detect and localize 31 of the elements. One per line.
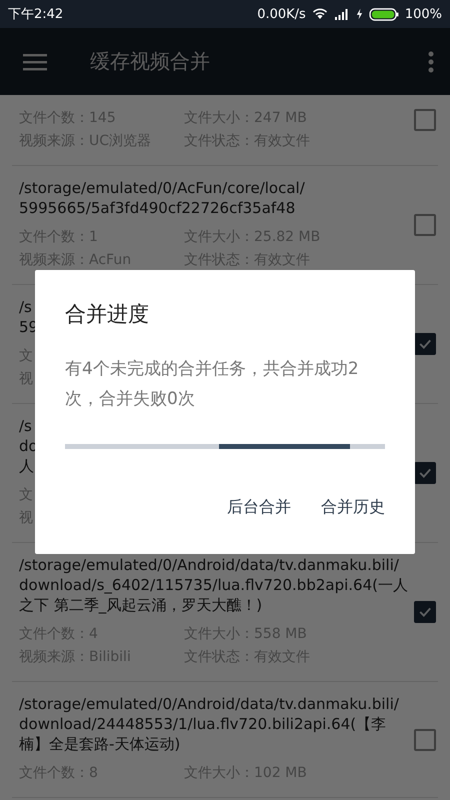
file-path: /storage/emulated/0/AcFun/core/local/ <box>19 178 305 198</box>
wifi-icon <box>312 8 328 20</box>
status-time: 下午2:42 <box>8 6 64 23</box>
file-path: 楠】全是套路-天体运动) <box>19 734 180 754</box>
file-path: /s <box>19 297 32 317</box>
signal-icon <box>334 8 350 20</box>
network-speed: 0.00K/s <box>257 6 306 22</box>
checkbox[interactable] <box>414 728 436 750</box>
checkbox[interactable] <box>414 462 436 484</box>
file-path: 5995665/5af3fd490cf22726cf35af48 <box>19 198 296 218</box>
dialog-title: 合并进度 <box>65 301 150 328</box>
checkbox[interactable] <box>414 214 436 236</box>
file-path: /storage/emulated/0/Android/data/tv.danmaku.bili/ <box>19 694 399 714</box>
dialog-button[interactable]: 合并历史 <box>311 489 395 526</box>
file-path: download/s_6402/115735/lua.flv720.bb2api.64(一人 <box>19 575 408 595</box>
battery-level: 100% <box>404 6 442 22</box>
checkbox[interactable] <box>414 109 436 131</box>
file-path: /s <box>19 416 32 436</box>
file-path: 之下 第二季_风起云涌，罗天大醮！) <box>19 595 262 615</box>
menu-icon[interactable] <box>23 52 47 70</box>
battery-icon <box>368 8 399 20</box>
more-options-icon[interactable] <box>428 50 434 72</box>
dialog-message: 有4个未完成的合并任务，共合并成功2次，合并失败0次 <box>65 358 360 411</box>
toolbar-title: 缓存视频合并 <box>90 48 211 75</box>
dialog-button[interactable]: 后台合并 <box>217 489 301 526</box>
charging-icon <box>356 8 363 20</box>
file-path: /storage/emulated/0/Android/data/tv.danmaku.bili/ <box>19 555 399 575</box>
checkbox[interactable] <box>414 333 436 355</box>
file-path: 人 <box>19 456 34 476</box>
file-path: download/24448553/1/lua.flv720.bili2api.64(【李 <box>19 714 386 734</box>
checkbox[interactable] <box>414 601 436 623</box>
